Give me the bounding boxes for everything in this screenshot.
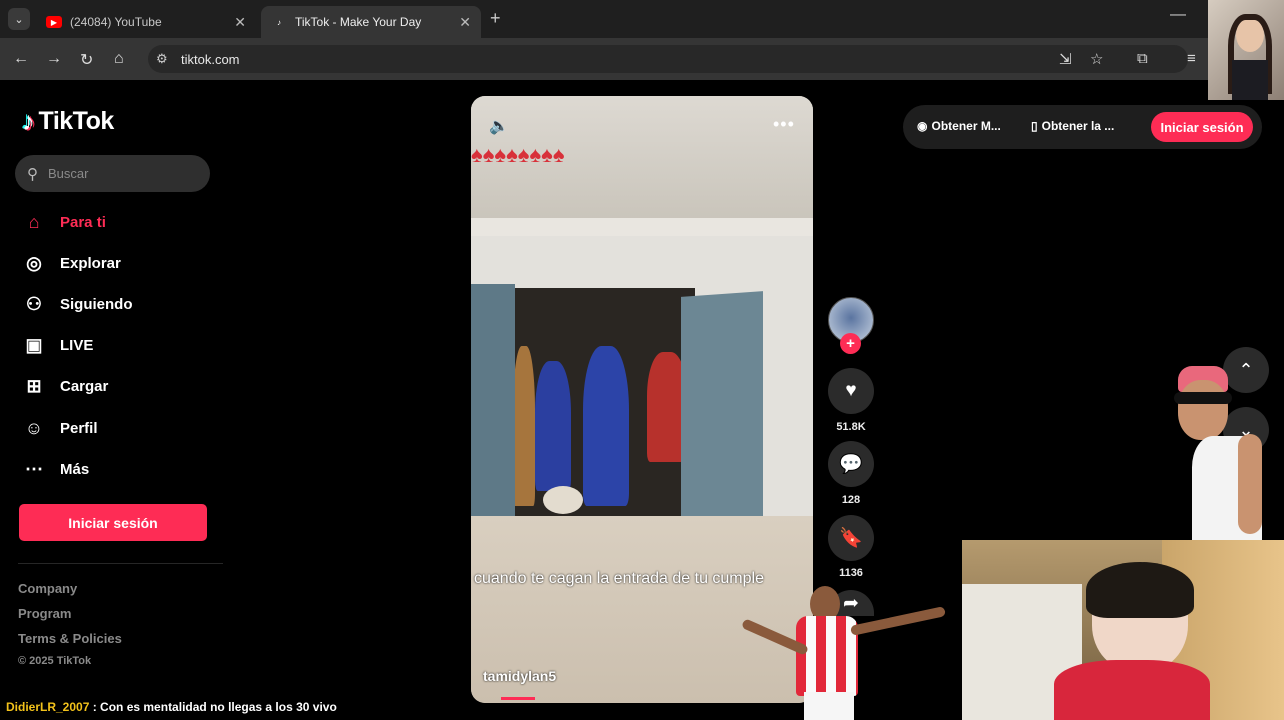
save-button[interactable]: 🔖 — [828, 515, 874, 561]
get-app-label: Obtener la ... — [1041, 119, 1115, 133]
forward-icon[interactable]: → — [46, 50, 62, 68]
close-tab-icon[interactable]: ✕ — [234, 14, 246, 31]
back-icon[interactable]: ← — [13, 50, 29, 68]
copyright-text: © 2025 TikTok — [18, 655, 92, 667]
chat-username: DidierLR_2007 — [6, 700, 90, 714]
new-tab-button[interactable]: + — [490, 8, 501, 29]
comment-button[interactable]: 💬 — [828, 441, 874, 487]
bookmark-star-icon[interactable]: ☆ — [1090, 50, 1103, 68]
heart-icon: ♥ — [845, 380, 857, 401]
like-button[interactable]: ♥ — [828, 368, 874, 414]
nav-para-ti[interactable]: ⌂ Para ti — [20, 205, 106, 239]
profile-icon: ☺ — [24, 417, 44, 438]
video-scene-person — [535, 361, 571, 491]
address-bar[interactable] — [148, 45, 1188, 73]
url-text[interactable]: tiktok.com — [181, 52, 240, 67]
footer-link-program[interactable]: Program — [18, 606, 71, 621]
nav-explorar[interactable]: ◎ Explorar — [20, 246, 121, 280]
video-author[interactable]: tamidylan5 — [483, 668, 556, 684]
nav-perfil[interactable]: ☺ Perfil — [20, 411, 98, 445]
home-browser-icon[interactable]: ⌂ — [114, 50, 124, 68]
more-options-icon[interactable]: ••• — [773, 114, 795, 135]
chat-text: : Con es mentalidad no llegas a los 30 v… — [92, 700, 337, 714]
get-app-label: Obtener M... — [931, 119, 1001, 133]
tab-youtube[interactable]: ▶ (24084) YouTube ✕ — [36, 6, 256, 38]
nav-label: Más — [60, 460, 90, 478]
live-tv-icon: ▣ — [25, 334, 43, 355]
home-icon: ⌂ — [28, 211, 40, 232]
video-caption: cuando te cagan la entrada de tu cumple — [474, 570, 764, 587]
nav-label: Explorar — [60, 254, 121, 272]
save-count: 1136 — [839, 567, 863, 579]
video-scene-bunting: ♠♠♠♠♠♠♠♠ — [471, 142, 565, 167]
tab-search-button[interactable]: ⌄ — [8, 8, 30, 30]
video-scene-door — [471, 284, 515, 529]
like-count: 51.8K — [836, 421, 866, 433]
sidebar-login-button[interactable]: Iniciar sesión — [19, 504, 207, 541]
minimize-window-button[interactable]: — — [1170, 6, 1186, 24]
video-scene-person — [513, 346, 535, 506]
reading-list-icon[interactable]: ≡ — [1187, 50, 1196, 67]
close-tab-icon[interactable]: ✕ — [459, 14, 471, 31]
more-dots-icon: ⋯ — [25, 458, 43, 479]
footer-link-terms[interactable]: Terms & Policies — [18, 631, 122, 646]
tab-title: (24084) YouTube — [70, 15, 162, 29]
tiktok-icon: ♪ — [277, 17, 281, 27]
tiktok-note-icon: ♪ — [22, 106, 35, 136]
tab-title: TikTok - Make Your Day — [295, 15, 422, 29]
tiktok-logo[interactable]: ♪ TikTok — [22, 106, 114, 137]
coin-icon: ◉ — [917, 119, 928, 133]
get-app-link-1[interactable]: ◉ Obtener M... — [917, 119, 1001, 133]
video-scene-dog — [543, 486, 583, 514]
footer-link-company[interactable]: Company — [18, 581, 77, 596]
volume-icon[interactable]: 🔈 — [489, 116, 509, 136]
nav-label: LIVE — [60, 336, 94, 354]
nav-label: Para ti — [60, 213, 106, 231]
install-app-icon[interactable]: ⇲ — [1059, 50, 1072, 68]
nav-mas[interactable]: ⋯ Más — [20, 452, 89, 486]
stream-chat-message: DidierLR_2007 : Con es mentalidad no lle… — [6, 700, 337, 714]
follow-plus-icon[interactable]: + — [840, 333, 861, 354]
comment-count: 128 — [841, 494, 861, 506]
logo-text: TikTok — [38, 107, 115, 135]
upload-icon: ⊞ — [26, 375, 42, 396]
site-info-icon[interactable]: ⚙ — [156, 51, 168, 67]
video-scene-person — [583, 346, 629, 506]
search-icon: ⚲ — [27, 165, 38, 183]
overlay-sticker-person — [1164, 366, 1284, 540]
phone-icon: ▯ — [1031, 119, 1038, 133]
streamer-webcam — [962, 540, 1284, 720]
nav-label: Cargar — [60, 377, 109, 395]
nav-siguiendo[interactable]: ⚇ Siguiendo — [20, 287, 133, 321]
comment-icon: 💬 — [839, 454, 863, 475]
nav-cargar[interactable]: ⊞ Cargar — [20, 369, 108, 403]
overlay-sticker-player — [740, 586, 950, 720]
compass-icon: ◎ — [26, 252, 42, 273]
top-login-button[interactable]: Iniciar sesión — [1151, 112, 1253, 142]
search-input[interactable] — [48, 166, 188, 181]
reload-icon[interactable]: ↻ — [80, 50, 93, 70]
youtube-icon: ▶ — [46, 16, 62, 28]
overlay-image-top-right — [1208, 0, 1284, 100]
nav-label: Perfil — [60, 419, 98, 437]
get-app-link-2[interactable]: ▯ Obtener la ... — [1031, 119, 1114, 133]
following-icon: ⚇ — [25, 293, 43, 314]
video-progress-bar[interactable] — [501, 697, 535, 700]
extensions-icon[interactable]: ⧉ — [1137, 50, 1148, 67]
tab-tiktok[interactable]: ♪ TikTok - Make Your Day ✕ — [261, 6, 481, 38]
nav-live[interactable]: ▣ LIVE — [20, 328, 93, 362]
nav-label: Siguiendo — [60, 295, 133, 313]
sidebar-divider — [18, 563, 223, 564]
video-scene-door — [681, 291, 763, 551]
search-box[interactable]: ⚲ — [15, 155, 210, 192]
bookmark-icon: 🔖 — [839, 528, 863, 549]
